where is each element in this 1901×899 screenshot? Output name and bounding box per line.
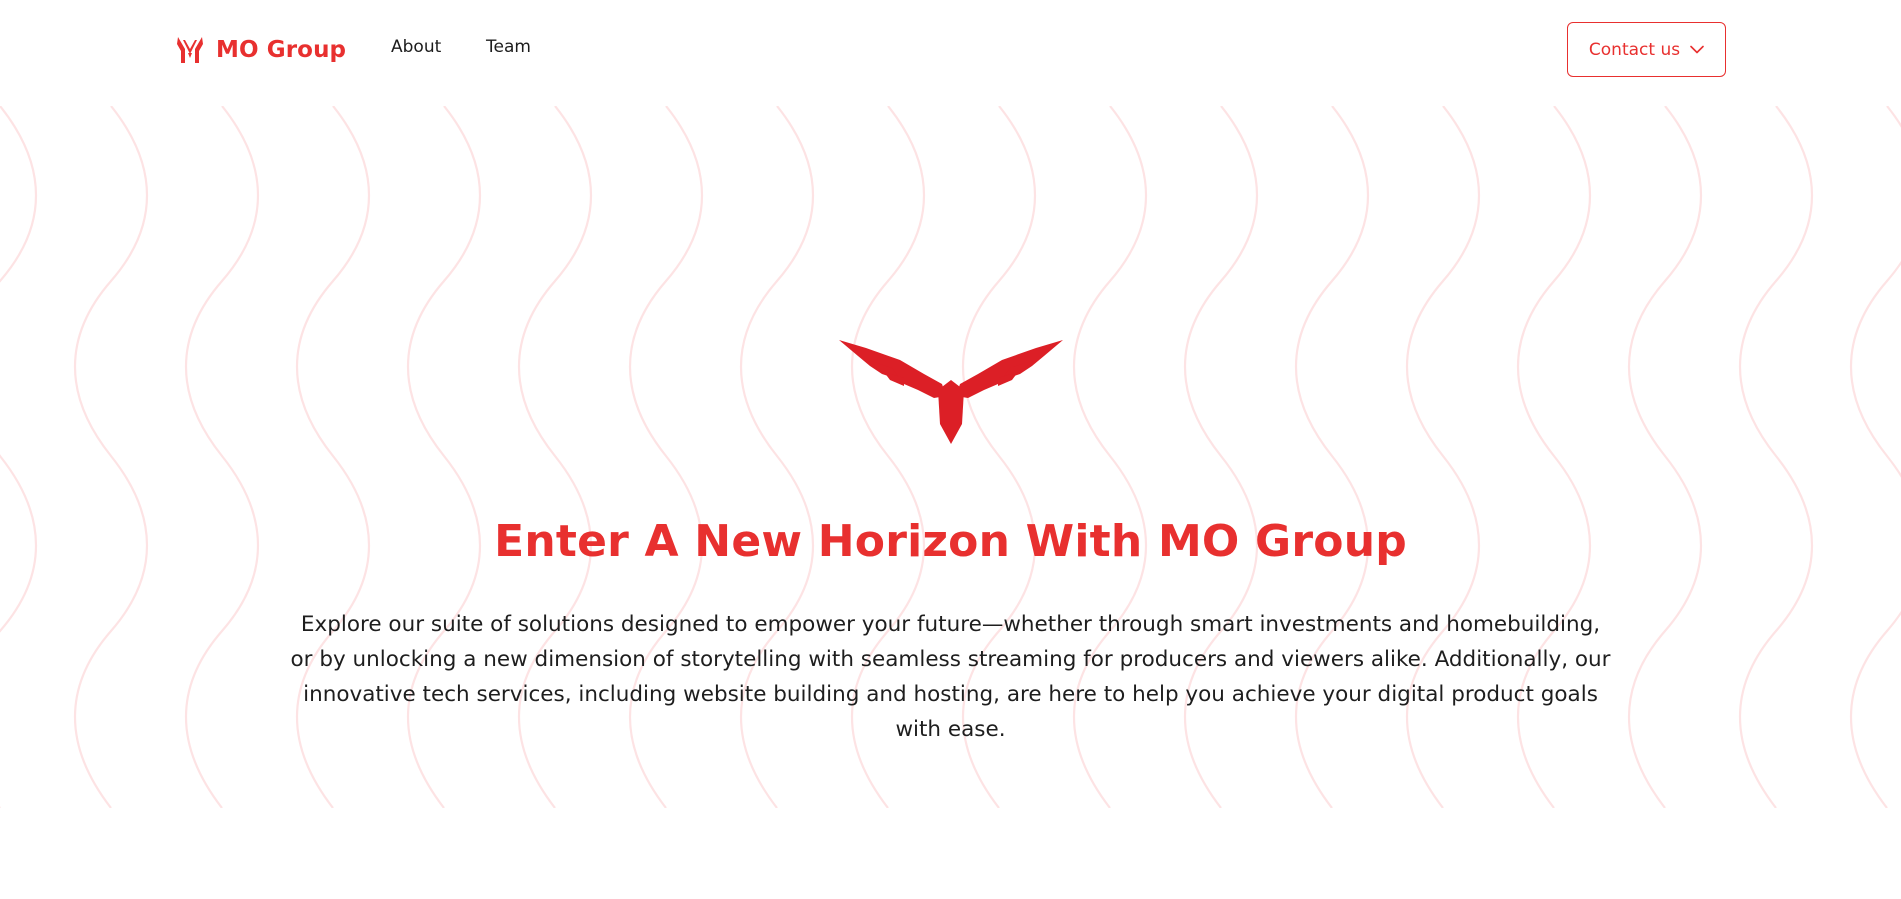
hero-description: Explore our suite of solutions designed … [290, 612, 1611, 742]
chevron-down-icon [1690, 45, 1704, 54]
hero-title: Enter A New Horizon With MO Group [494, 516, 1407, 567]
brand-logo-link[interactable]: MO Group [176, 33, 346, 67]
contact-us-label: Contact us [1588, 39, 1681, 60]
page: MO Group About Team Contact us Enter A N… [0, 0, 1901, 899]
contact-us-button[interactable]: Contact us [1567, 22, 1726, 77]
winged-emblem-icon [839, 340, 1063, 444]
site-header: MO Group About Team Contact us [0, 0, 1901, 100]
nav-link-team[interactable]: Team [486, 37, 531, 57]
mo-logo-icon [177, 37, 203, 63]
nav-link-about[interactable]: About [391, 37, 441, 57]
brand-name: MO Group [216, 37, 347, 63]
